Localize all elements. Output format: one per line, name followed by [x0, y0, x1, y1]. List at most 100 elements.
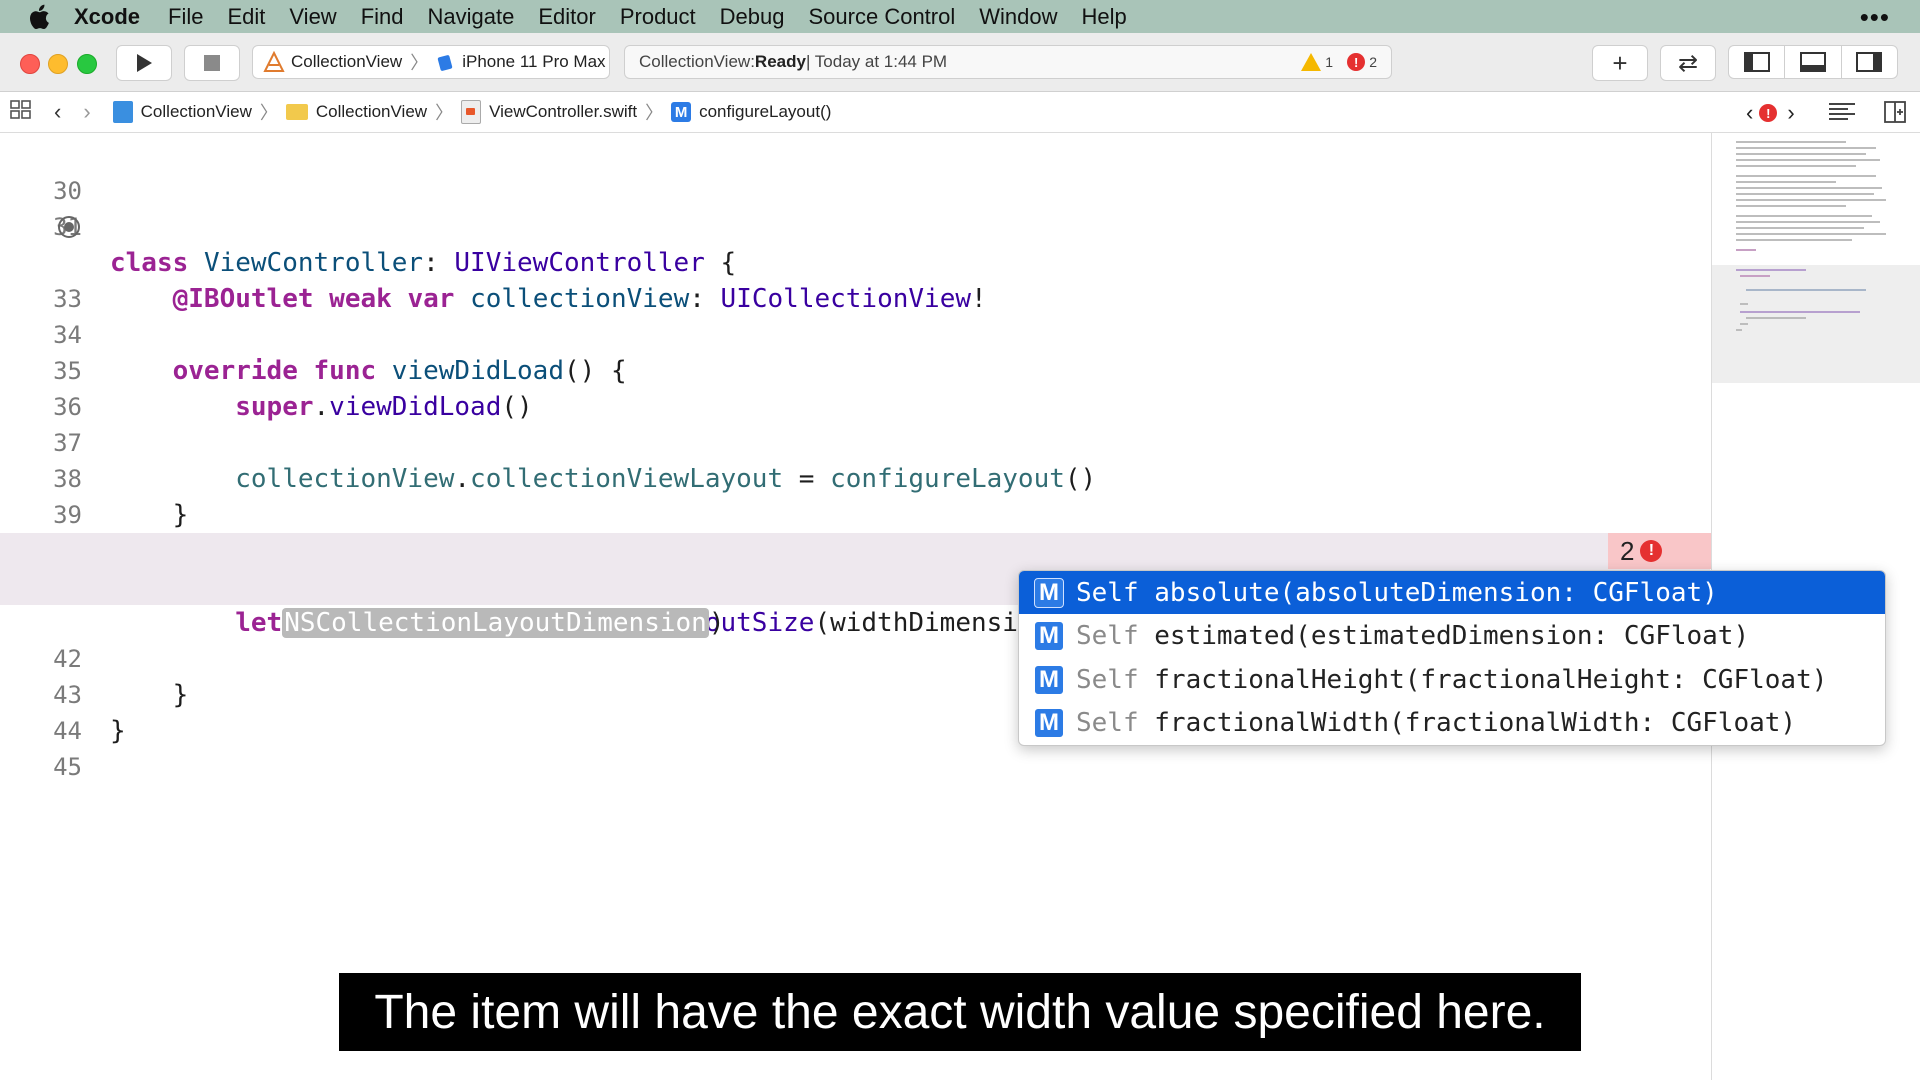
method-icon: M: [1034, 577, 1064, 608]
apple-icon[interactable]: [26, 4, 52, 30]
method-icon: M: [1034, 620, 1064, 651]
code-line[interactable]: 40 func configureLayout() -> UICollectio…: [0, 497, 1710, 602]
next-issue-icon[interactable]: ›: [1787, 100, 1794, 126]
completion-item[interactable]: M Self estimated(estimatedDimension: CGF…: [1019, 614, 1885, 657]
activity-status[interactable]: CollectionView: Ready | Today at 1:44 PM…: [624, 45, 1392, 79]
completion-signature: fractionalWidth(fractionalWidth: CGFloat…: [1154, 707, 1797, 738]
menu-view[interactable]: View: [289, 4, 336, 30]
error-annotation[interactable]: 2 !: [1608, 533, 1712, 569]
code-line[interactable]: 39: [0, 461, 1710, 529]
toggle-inspector-button[interactable]: [1842, 46, 1897, 78]
play-icon: [137, 54, 152, 72]
more-menu-icon[interactable]: •••: [1860, 2, 1890, 33]
error-icon: !: [1347, 53, 1366, 71]
menu-product[interactable]: Product: [620, 4, 696, 30]
code-line[interactable]: 31 class ViewController: UIViewControlle…: [0, 173, 1710, 278]
completion-return-type: Self: [1076, 620, 1139, 651]
code-line[interactable]: 34 override func viewDidLoad() {: [0, 281, 1710, 386]
editor-options-icon[interactable]: [1828, 101, 1856, 128]
menu-debug[interactable]: Debug: [720, 4, 785, 30]
forward-icon[interactable]: ›: [83, 99, 90, 125]
status-state: Ready: [754, 52, 806, 71]
code-line[interactable]: 30: [0, 137, 1710, 205]
scheme-name: CollectionView: [291, 52, 403, 71]
code-review-button[interactable]: ⇄: [1660, 45, 1716, 81]
issue-navigation: ‹ ! ›: [1746, 100, 1795, 126]
breadcrumb-group[interactable]: CollectionView: [316, 102, 427, 122]
chevron-right-icon: 〉: [645, 103, 664, 123]
menu-edit[interactable]: Edit: [227, 4, 265, 30]
panel-toggle-group: [1728, 45, 1898, 79]
project-icon: [112, 101, 133, 123]
menu-find[interactable]: Find: [361, 4, 404, 30]
menu-help[interactable]: Help: [1082, 4, 1127, 30]
device-icon: [438, 55, 453, 71]
minimize-window-button[interactable]: [48, 54, 68, 74]
swift-file-icon: [461, 100, 482, 124]
breadcrumb-symbol[interactable]: configureLayout(): [699, 102, 831, 122]
add-editor-icon[interactable]: [1884, 101, 1906, 128]
current-code-line[interactable]: 41 let itemSize = NSCollectionLayoutSize…: [0, 533, 1712, 638]
code-completion-popup: M Self absolute(absoluteDimension: CGFlo…: [1018, 570, 1886, 746]
error-count: 2: [1369, 54, 1377, 70]
code-line[interactable]: 33: [0, 245, 1710, 313]
chevron-right-icon: 〉: [410, 53, 429, 73]
chevron-right-icon: 〉: [435, 103, 454, 123]
completion-signature: absolute(absoluteDimension: CGFloat): [1154, 577, 1718, 608]
code-line[interactable]: 35 super.viewDidLoad(): [0, 317, 1710, 422]
zoom-window-button[interactable]: [77, 54, 97, 74]
menu-navigate[interactable]: Navigate: [428, 4, 515, 30]
right-panel-icon: [1856, 52, 1883, 72]
swap-arrows-icon: ⇄: [1677, 49, 1699, 77]
completion-item[interactable]: M Self fractionalWidth(fractionalWidth: …: [1019, 701, 1885, 744]
error-badge[interactable]: ! 2: [1347, 53, 1377, 71]
folder-icon: [285, 104, 308, 120]
warning-badge[interactable]: 1: [1301, 53, 1333, 71]
chevron-right-icon: 〉: [259, 103, 278, 123]
breadcrumb-file[interactable]: ViewController.swift: [489, 102, 637, 122]
library-add-button[interactable]: +: [1592, 45, 1648, 81]
completion-item[interactable]: M Self absolute(absoluteDimension: CGFlo…: [1019, 571, 1885, 614]
toggle-debug-area-button[interactable]: [1785, 46, 1842, 78]
breadcrumb: CollectionView 〉 CollectionView 〉 ViewCo…: [112, 99, 831, 125]
code-line[interactable]: 37 collectionView.collectionViewLayout =…: [0, 389, 1710, 494]
status-time: | Today at 1:44 PM: [805, 52, 948, 71]
inline-error-count: 2: [1620, 536, 1635, 566]
menu-bar: Xcode File Edit View Find Navigate Edito…: [0, 0, 1920, 33]
run-button[interactable]: [116, 45, 172, 81]
toggle-navigator-button[interactable]: [1729, 46, 1786, 78]
close-window-button[interactable]: [20, 54, 40, 74]
toolbar: CollectionView 〉 iPhone 11 Pro Max Colle…: [0, 33, 1920, 92]
previous-issue-icon[interactable]: ‹: [1746, 100, 1753, 126]
code-line[interactable]: @IBOutlet weak var collectionView: UICol…: [0, 209, 1710, 314]
completion-return-type: Self: [1076, 577, 1139, 608]
line-number: 45: [53, 753, 82, 781]
menu-file[interactable]: File: [168, 4, 203, 30]
plus-icon: +: [1612, 47, 1628, 78]
issue-error-icon[interactable]: !: [1759, 104, 1778, 122]
outlet-connection-icon[interactable]: [58, 216, 80, 238]
warning-icon: [1301, 53, 1322, 71]
related-items-icon[interactable]: [10, 99, 32, 125]
bottom-panel-icon: [1799, 52, 1826, 72]
method-icon: M: [1034, 707, 1064, 738]
completion-signature: estimated(estimatedDimension: CGFloat): [1154, 620, 1750, 651]
menu-window[interactable]: Window: [979, 4, 1057, 30]
menu-editor[interactable]: Editor: [538, 4, 595, 30]
device-name: iPhone 11 Pro Max: [462, 52, 606, 71]
method-icon: M: [671, 102, 692, 122]
code-line[interactable]: 36: [0, 353, 1710, 421]
video-caption: The item will have the exact width value…: [339, 973, 1581, 1051]
method-icon: M: [1034, 664, 1064, 695]
code-line[interactable]: 38 }: [0, 425, 1710, 530]
completion-signature: fractionalHeight(fractionalHeight: CGFlo…: [1154, 664, 1828, 695]
completion-item[interactable]: M Self fractionalHeight(fractionalHeight…: [1019, 658, 1885, 701]
breadcrumb-project[interactable]: CollectionView: [141, 102, 252, 122]
stop-button[interactable]: [184, 45, 240, 81]
menu-app-xcode[interactable]: Xcode: [74, 4, 140, 30]
completion-return-type: Self: [1076, 664, 1139, 695]
back-icon[interactable]: ‹: [54, 99, 61, 125]
status-project: CollectionView:: [639, 52, 755, 71]
scheme-selector[interactable]: CollectionView 〉 iPhone 11 Pro Max: [252, 45, 610, 79]
menu-source-control[interactable]: Source Control: [809, 4, 956, 30]
